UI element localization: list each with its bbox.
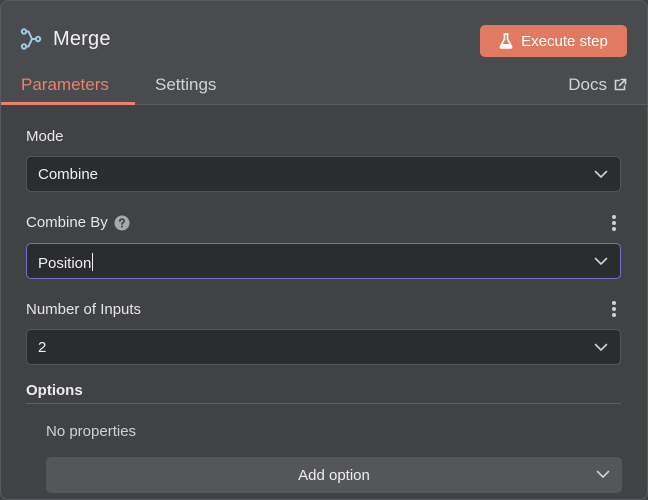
number-of-inputs-select[interactable]: 2: [26, 329, 621, 365]
tab-settings[interactable]: Settings: [155, 75, 216, 95]
number-of-inputs-label-text: Number of Inputs: [26, 301, 142, 318]
node-details-panel: Merge Execute step Parameters Settings D…: [0, 0, 648, 500]
combine-by-select[interactable]: Position: [26, 243, 621, 279]
combine-by-options-icon[interactable]: [609, 215, 619, 231]
tab-parameters[interactable]: Parameters: [21, 75, 109, 95]
mode-label-text: Mode: [26, 128, 64, 145]
chevron-down-icon: [594, 343, 608, 351]
merge-branch-icon: [19, 27, 43, 51]
question-circle-icon[interactable]: [114, 215, 130, 231]
node-title: Merge: [19, 25, 111, 53]
number-of-inputs-value: 2: [38, 339, 47, 356]
number-of-inputs-label: Number of Inputs: [26, 301, 141, 318]
execute-step-label: Execute step: [521, 32, 608, 50]
number-of-inputs-options-icon[interactable]: [609, 301, 619, 317]
docs-link[interactable]: Docs: [568, 75, 627, 95]
mode-label: Mode: [26, 128, 64, 145]
mode-value: Combine: [38, 166, 99, 183]
docs-label: Docs: [568, 75, 607, 94]
combine-by-label-text: Combine By: [26, 214, 108, 231]
panel-tabs: Parameters Settings Docs: [1, 67, 647, 105]
mode-select[interactable]: Combine: [26, 156, 621, 192]
options-divider: [26, 403, 621, 404]
combine-by-label: Combine By: [26, 214, 130, 231]
no-properties-text: No properties: [46, 423, 137, 440]
external-link-icon: [614, 78, 627, 91]
chevron-down-icon: [594, 257, 608, 265]
chevron-down-icon: [594, 170, 608, 178]
chevron-down-icon: [596, 470, 610, 478]
add-option-label: Add option: [298, 467, 370, 484]
active-tab-indicator: [1, 102, 135, 105]
panel-header: Merge Execute step Parameters Settings D…: [1, 1, 647, 105]
execute-step-button[interactable]: Execute step: [480, 25, 627, 57]
options-title: Options: [26, 382, 83, 399]
add-option-button[interactable]: Add option: [46, 457, 622, 493]
node-name[interactable]: Merge: [53, 28, 111, 51]
combine-by-value: Position: [38, 253, 94, 272]
flask-icon: [499, 33, 513, 49]
